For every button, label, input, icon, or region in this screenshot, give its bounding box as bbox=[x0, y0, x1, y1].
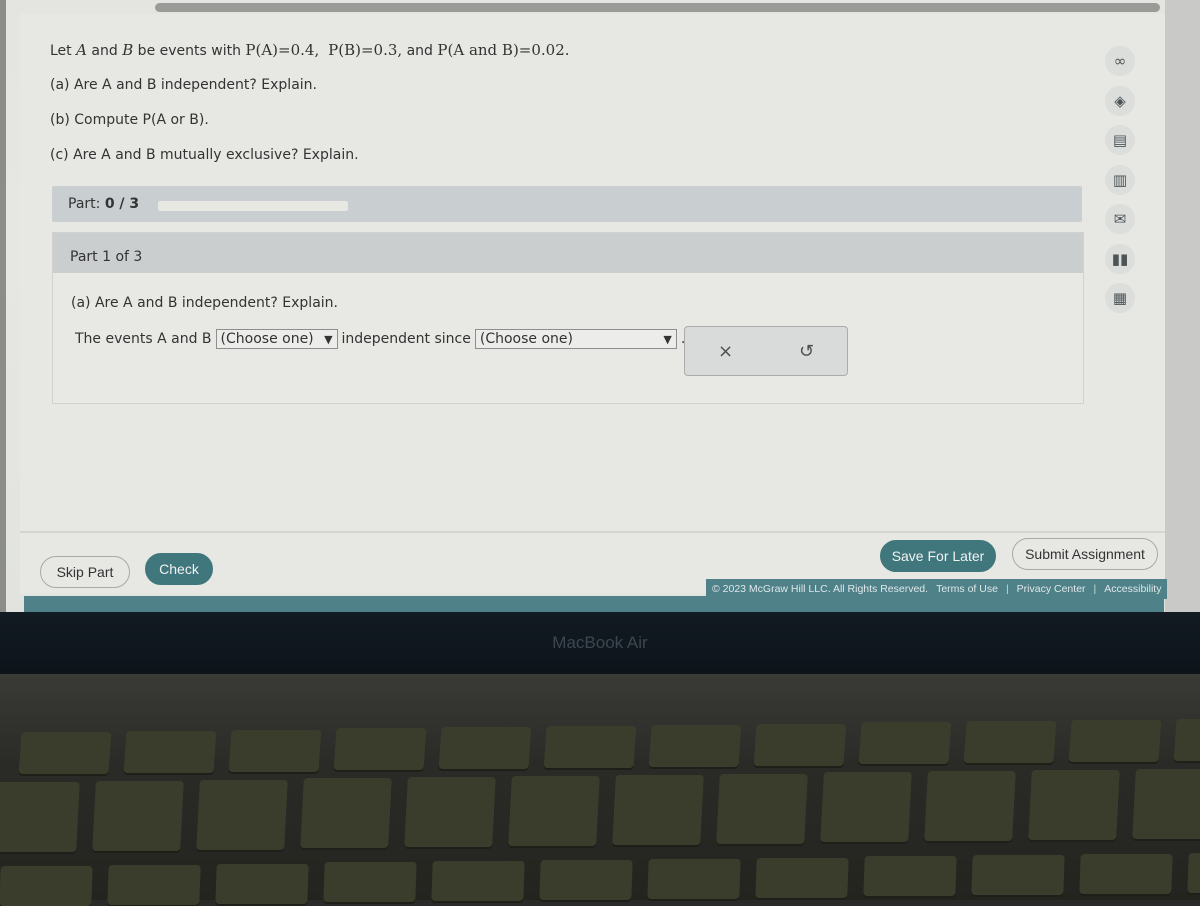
keyboard-key bbox=[716, 773, 808, 844]
side-toolbar: ∞ ◈ ▤ ▥ ✉ ▮▮ ▦ bbox=[1105, 46, 1141, 323]
privacy-link[interactable]: Privacy Center bbox=[1017, 583, 1086, 595]
progress-label: Part: 0 / 3 bbox=[68, 196, 140, 212]
keyboard-key bbox=[858, 722, 952, 765]
undo-icon[interactable]: ↺ bbox=[799, 341, 814, 362]
laptop-screen: Let A and B be events with P(A)=0.4, P(B… bbox=[0, 0, 1200, 612]
keyboard-key bbox=[215, 863, 309, 904]
keyboard-deck bbox=[0, 674, 1200, 906]
question-a: (a) Are A and B independent? Explain. bbox=[50, 77, 317, 93]
terms-link[interactable]: Terms of Use bbox=[936, 583, 998, 595]
footer-links: © 2023 McGraw Hill LLC. All Rights Reser… bbox=[706, 579, 1168, 599]
keyboard-key bbox=[924, 771, 1016, 842]
right-edge bbox=[1165, 0, 1200, 612]
keyboard-key bbox=[323, 862, 417, 903]
keyboard-key bbox=[647, 858, 741, 899]
keyboard-key bbox=[1068, 720, 1162, 762]
left-gutter bbox=[0, 0, 6, 612]
device-label: MacBook Air bbox=[552, 633, 648, 652]
submit-assignment-button[interactable]: Submit Assignment bbox=[1012, 538, 1158, 570]
progress-value: 0 / 3 bbox=[104, 196, 140, 212]
keyboard-key bbox=[648, 724, 742, 767]
divider bbox=[20, 531, 1165, 533]
check-button[interactable]: Check bbox=[145, 553, 213, 585]
dropdown-arrow-icon: ▼ bbox=[663, 332, 672, 346]
answer-row: The events A and B (Choose one) ▼ indepe… bbox=[75, 329, 685, 349]
keyboard-key bbox=[438, 727, 532, 770]
independence-select[interactable]: (Choose one) ▼ bbox=[215, 329, 338, 349]
ebook-icon[interactable]: ▥ bbox=[1105, 164, 1135, 195]
keyboard-key bbox=[107, 864, 201, 905]
question-b: (b) Compute P(A or B). bbox=[50, 112, 209, 128]
mail-icon[interactable]: ✉ bbox=[1105, 204, 1135, 234]
keyboard-key bbox=[333, 728, 427, 771]
keyboard-key bbox=[1132, 768, 1200, 839]
keyboard-key bbox=[543, 726, 637, 768]
keyboard-key bbox=[863, 856, 957, 897]
keyboard-key bbox=[1028, 770, 1120, 840]
answer-actions: × ↺ bbox=[684, 326, 848, 376]
keyboard-key bbox=[753, 723, 847, 766]
keyboard-key bbox=[404, 777, 496, 848]
part-progress: Part: 0 / 3 bbox=[52, 186, 1082, 222]
glasses-icon[interactable]: ∞ bbox=[1105, 46, 1135, 76]
keyboard-key bbox=[820, 772, 912, 843]
horizontal-scrollbar[interactable] bbox=[155, 3, 1160, 12]
clear-icon[interactable]: × bbox=[718, 341, 733, 362]
part-header: Part 1 of 3 bbox=[53, 233, 1083, 273]
reason-select[interactable]: (Choose one) ▼ bbox=[474, 329, 677, 349]
keyboard-key bbox=[431, 861, 525, 902]
prob-a: P(A)=0.4, bbox=[245, 41, 320, 59]
keyboard-key bbox=[228, 729, 322, 772]
keyboard-key bbox=[963, 721, 1057, 764]
direction-icon[interactable]: ◈ bbox=[1105, 85, 1135, 116]
prob-ab: P(A and B)=0.02. bbox=[437, 41, 570, 59]
dropdown-arrow-icon: ▼ bbox=[324, 332, 333, 346]
save-for-later-button[interactable]: Save For Later bbox=[880, 540, 996, 572]
problem-statement: Let A and B be events with P(A)=0.4, P(B… bbox=[50, 40, 570, 180]
progress-track bbox=[158, 201, 348, 211]
accessibility-link[interactable]: Accessibility bbox=[1104, 583, 1161, 595]
keyboard-key bbox=[123, 730, 217, 773]
bar-chart-icon[interactable]: ▮▮ bbox=[1105, 243, 1135, 274]
keyboard-key bbox=[0, 866, 93, 906]
keyboard-key bbox=[1187, 852, 1200, 893]
part-question: (a) Are A and B independent? Explain. bbox=[71, 295, 338, 311]
notes-icon[interactable]: ▤ bbox=[1105, 125, 1135, 155]
keyboard-key bbox=[612, 774, 704, 845]
keyboard-key bbox=[971, 855, 1065, 896]
keyboard-key bbox=[300, 778, 392, 849]
part-panel: Part 1 of 3 (a) Are A and B independent?… bbox=[52, 232, 1084, 404]
question-c: (c) Are A and B mutually exclusive? Expl… bbox=[50, 147, 359, 163]
keyboard-key bbox=[196, 779, 288, 850]
skip-part-button[interactable]: Skip Part bbox=[40, 556, 130, 588]
keyboard-key bbox=[18, 732, 112, 774]
answer-prefix: The events A and B bbox=[75, 331, 212, 347]
keyboard-key bbox=[0, 782, 80, 852]
keyboard-key bbox=[755, 857, 849, 898]
answer-middle: independent since bbox=[341, 331, 471, 347]
problem-intro: Let A and B be events with P(A)=0.4, P(B… bbox=[50, 41, 570, 59]
keyboard-key bbox=[92, 780, 184, 851]
keyboard-key bbox=[1079, 854, 1173, 894]
keyboard-key bbox=[539, 860, 633, 900]
copyright: © 2023 McGraw Hill LLC. All Rights Reser… bbox=[712, 583, 929, 595]
separator: | bbox=[1005, 583, 1009, 595]
separator: | bbox=[1093, 583, 1097, 595]
prob-b: P(B)=0.3, bbox=[328, 41, 403, 59]
keyboard-key bbox=[508, 776, 600, 846]
keyboard-key bbox=[1173, 718, 1200, 761]
formula-icon[interactable]: ▦ bbox=[1105, 283, 1135, 313]
